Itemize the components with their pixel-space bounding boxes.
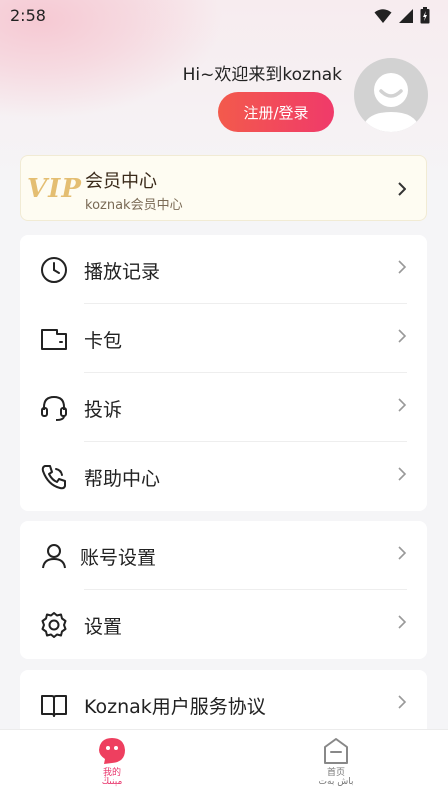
status-bar: 2:58 <box>0 0 448 32</box>
menu-item-play-history[interactable]: 播放记录 <box>20 235 427 304</box>
menu-item-label: 账号设置 <box>80 547 157 569</box>
menu-item-label: 播放记录 <box>84 261 161 283</box>
menu-item-complaint[interactable]: 投诉 <box>20 373 427 442</box>
wallet-icon <box>41 329 67 350</box>
menu-card-2: 账号设置 设置 <box>20 521 427 659</box>
tab-label-ug: مېنىڭ <box>101 777 123 787</box>
menu-item-help-center[interactable]: 帮助中心 <box>20 442 427 511</box>
tab-home[interactable]: 首页 باش بەت <box>224 730 448 797</box>
mine-tab-icon <box>99 738 125 764</box>
bottom-tab-bar: 我的 مېنىڭ 首页 باش بەت <box>0 729 448 797</box>
book-icon <box>41 695 67 717</box>
chevron-right-icon <box>398 546 407 560</box>
greeting-text: Hi~欢迎来到koznak <box>182 65 342 85</box>
chevron-right-icon <box>398 260 407 274</box>
vip-logo: VIP <box>27 174 82 204</box>
vip-subtitle: koznak会员中心 <box>85 198 183 213</box>
chevron-right-icon <box>398 182 406 196</box>
clock-icon <box>41 257 67 283</box>
menu-item-card-wallet[interactable]: 卡包 <box>20 304 427 373</box>
home-icon <box>324 738 348 764</box>
vip-title: 会员中心 <box>85 171 157 192</box>
phone-icon <box>41 465 66 490</box>
chevron-right-icon <box>398 467 407 481</box>
signal-icon <box>399 8 413 23</box>
avatar[interactable] <box>354 58 428 132</box>
chevron-right-icon <box>398 398 407 412</box>
menu-card-1: 播放记录 卡包 投诉 帮助中心 <box>20 235 427 511</box>
tab-mine[interactable]: 我的 مېنىڭ <box>0 730 224 797</box>
menu-item-label: 投诉 <box>84 399 123 421</box>
tab-label-ug: باش بەت <box>318 777 354 787</box>
menu-item-label: 设置 <box>84 616 123 638</box>
gear-icon <box>41 612 67 638</box>
status-time: 2:58 <box>10 6 46 25</box>
wifi-icon <box>374 8 392 23</box>
default-avatar-icon <box>362 73 420 132</box>
chevron-right-icon <box>398 615 407 629</box>
battery-icon <box>420 7 430 24</box>
login-register-button[interactable]: 注册/登录 <box>218 92 334 132</box>
headset-icon <box>41 395 67 421</box>
menu-item-label: Koznak用户服务协议 <box>84 696 266 718</box>
user-icon <box>42 544 66 569</box>
chevron-right-icon <box>398 329 407 343</box>
menu-item-settings[interactable]: 设置 <box>20 590 427 659</box>
chevron-right-icon <box>398 695 407 709</box>
menu-item-label: 卡包 <box>84 330 123 352</box>
menu-item-account-settings[interactable]: 账号设置 <box>20 521 427 590</box>
menu-item-label: 帮助中心 <box>84 468 161 490</box>
vip-center-card[interactable]: VIP 会员中心 koznak会员中心 <box>20 155 427 221</box>
